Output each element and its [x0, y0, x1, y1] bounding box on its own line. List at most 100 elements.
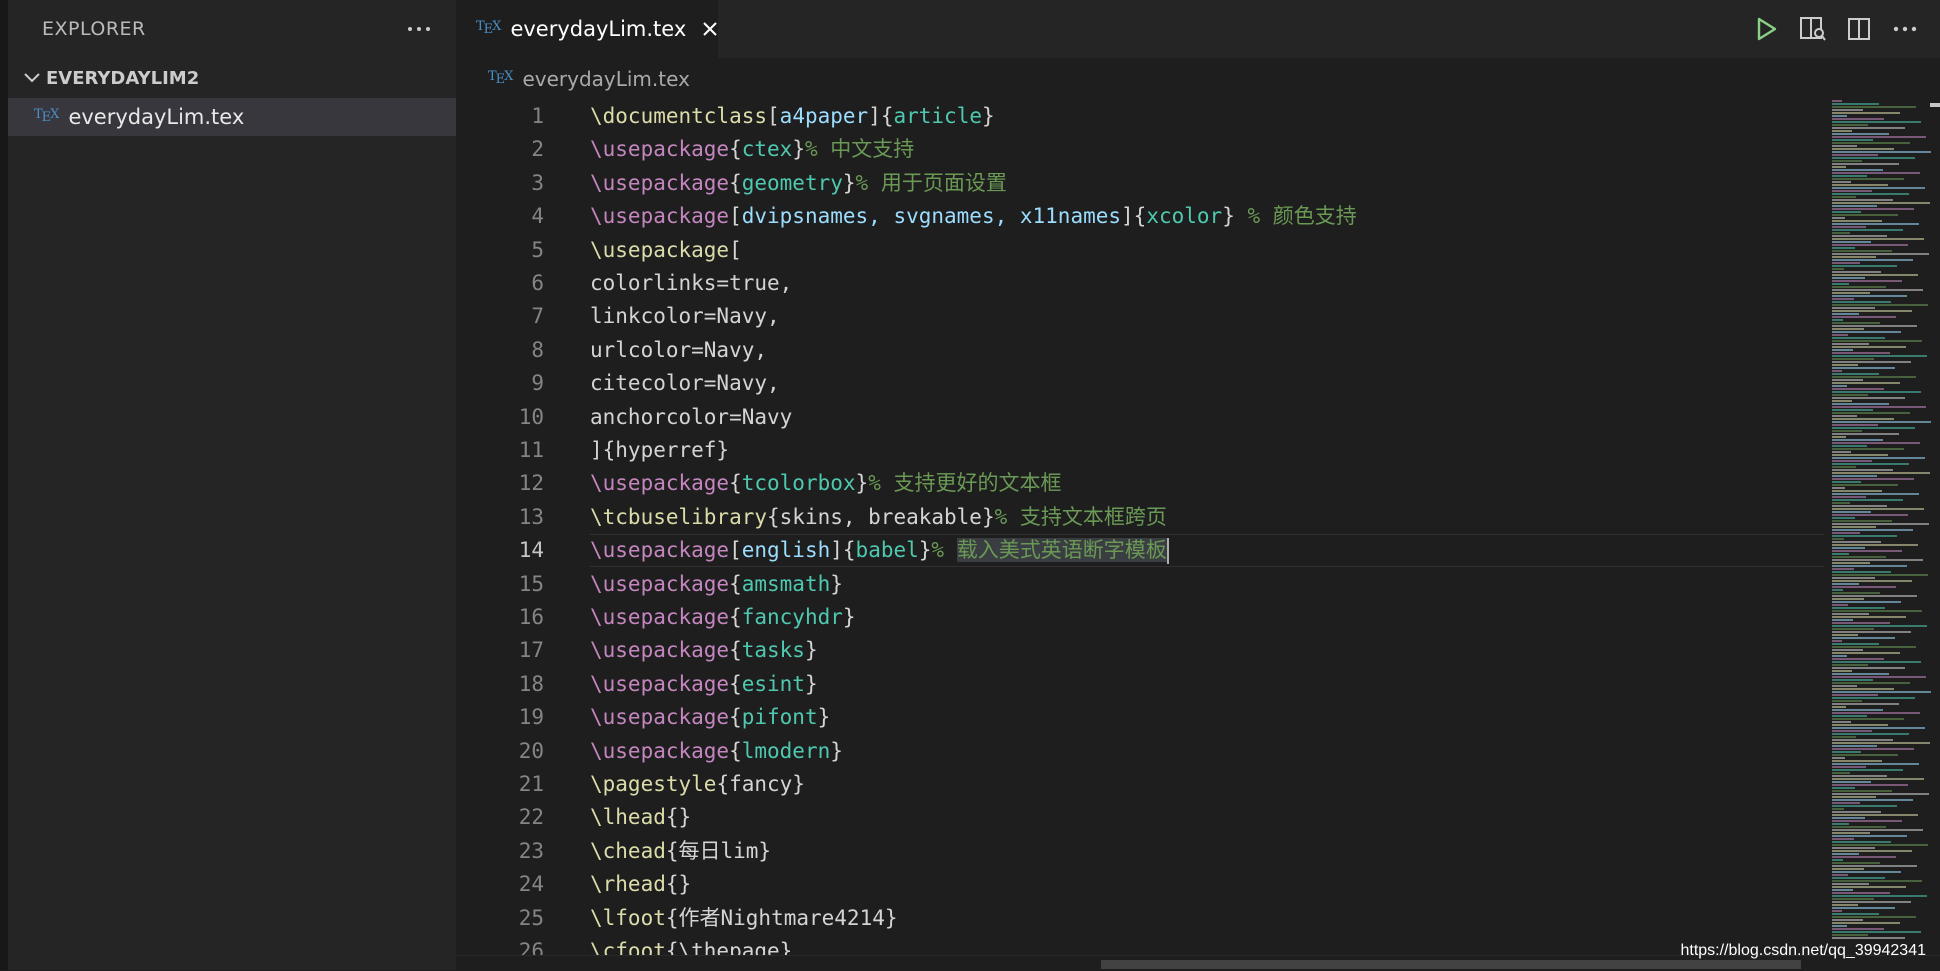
tab-everydaylim-tex[interactable]: TEX everydayLim.tex [456, 0, 718, 58]
code-text[interactable]: citecolor=Navy, [590, 367, 780, 400]
minimap-line [1832, 937, 1905, 939]
minimap-line [1832, 304, 1928, 306]
code-token: { [729, 638, 742, 663]
code-line[interactable]: 17 \usepackage{tasks} [456, 634, 1824, 667]
line-number: 10 [518, 404, 544, 429]
minimap-line [1832, 445, 1867, 447]
code-text[interactable]: \usepackage{geometry}% 用于页面设置 [590, 167, 1007, 200]
minimap-line [1832, 817, 1865, 819]
code-text[interactable]: \usepackage{pifont} [590, 701, 830, 734]
code-line[interactable]: 26 \cfoot{\thepage} [456, 935, 1824, 955]
code-text[interactable]: \usepackage{lmodern} [590, 735, 843, 768]
code-text[interactable]: \lhead{} [590, 801, 691, 834]
code-line[interactable]: 1 \documentclass[a4paper]{article} [456, 100, 1824, 133]
minimap-line [1832, 157, 1915, 159]
code-line[interactable]: 3 \usepackage{geometry}% 用于页面设置 [456, 167, 1824, 200]
minimap-line [1832, 466, 1856, 468]
minimap-line [1832, 166, 1846, 168]
code-line[interactable]: 14 \usepackage[english]{babel}% 载入美式英语断字模… [456, 534, 1824, 568]
code-line[interactable]: 2 \usepackage{ctex}% 中文支持 [456, 133, 1824, 166]
code-text[interactable]: \usepackage{tcolorbox}% 支持更好的文本框 [590, 467, 1061, 500]
minimap-line [1832, 277, 1865, 279]
code-line[interactable]: 4 \usepackage[dvipsnames, svgnames, x11na… [456, 200, 1824, 233]
code-line[interactable]: 18 \usepackage{esint} [456, 668, 1824, 701]
code-line[interactable]: 19 \usepackage{pifont} [456, 701, 1824, 734]
code-text[interactable]: \pagestyle{fancy} [590, 768, 805, 801]
more-actions-icon[interactable] [1888, 12, 1922, 46]
code-text[interactable]: \cfoot{\thepage} [590, 935, 792, 955]
code-text[interactable]: \usepackage[ [590, 234, 742, 267]
code-text[interactable]: \tcbuselibrary{skins, breakable}% 支持文本框跨… [590, 501, 1167, 534]
split-editor-icon[interactable] [1842, 12, 1876, 46]
close-icon[interactable] [702, 18, 718, 40]
horizontal-scroll-thumb[interactable] [1101, 960, 1801, 969]
code-text[interactable]: \usepackage{fancyhdr} [590, 601, 856, 634]
code-text[interactable]: ]{hyperref} [590, 434, 729, 467]
minimap-line [1832, 415, 1857, 417]
explorer-more-icon[interactable] [408, 19, 430, 39]
code-line[interactable]: 8 urlcolor=Navy, [456, 334, 1824, 367]
minimap-line [1832, 529, 1913, 531]
minimap-line [1832, 676, 1926, 678]
minimap-line [1832, 400, 1852, 402]
code-token: a4paper [779, 104, 869, 128]
code-text[interactable]: \rhead{} [590, 868, 691, 901]
code-text[interactable]: \usepackage[dvipsnames, svgnames, x11nam… [590, 200, 1357, 233]
minimap-line [1832, 841, 1891, 843]
code-line[interactable]: 12 \usepackage{tcolorbox}% 支持更好的文本框 [456, 467, 1824, 500]
code-line[interactable]: 7 linkcolor=Navy, [456, 300, 1824, 333]
code-text[interactable]: \usepackage{ctex}% 中文支持 [590, 133, 914, 166]
code-text[interactable]: colorlinks=true, [590, 267, 792, 300]
code-editor[interactable]: 1 \documentclass[a4paper]{article} 2 \usepa… [456, 100, 1824, 955]
line-number: 17 [518, 638, 544, 663]
folder-name: EVERYDAYLIM2 [46, 67, 200, 89]
code-text[interactable]: \chead{每日lim} [590, 835, 771, 868]
minimap-line [1832, 172, 1920, 174]
chevron-down-icon [18, 68, 46, 88]
play-icon[interactable] [1750, 12, 1784, 46]
minimap-line [1832, 433, 1899, 435]
code-text[interactable]: \lfoot{作者Nightmare4214} [590, 902, 898, 935]
code-token: \usepackage [590, 638, 730, 663]
code-token: geometry [741, 170, 843, 195]
line-number: 23 [518, 838, 544, 863]
code-line[interactable]: 22 \lhead{} [456, 801, 1824, 834]
code-line[interactable]: 13 \tcbuselibrary{skins, breakable}% 支持文本… [456, 501, 1824, 534]
code-line[interactable]: 15 \usepackage{amsmath} [456, 568, 1824, 601]
code-line[interactable]: 5 \usepackage[ [456, 234, 1824, 267]
code-token: } [804, 671, 818, 696]
minimap-line [1832, 799, 1913, 801]
code-line[interactable]: 16 \usepackage{fancyhdr} [456, 601, 1824, 634]
minimap-line [1832, 793, 1929, 795]
file-item-everydaylim-tex[interactable]: TEX everydayLim.tex [8, 98, 456, 136]
code-text[interactable]: urlcolor=Navy, [590, 334, 767, 367]
code-line[interactable]: 10 anchorcolor=Navy [456, 401, 1824, 434]
code-line[interactable]: 11]{hyperref} [456, 434, 1824, 467]
vertical-scrollbar[interactable] [1930, 103, 1940, 107]
code-text[interactable]: \usepackage{tasks} [590, 634, 818, 667]
minimap[interactable] [1832, 100, 1940, 970]
code-text[interactable]: linkcolor=Navy, [590, 300, 780, 333]
folder-everydaylim2[interactable]: EVERYDAYLIM2 [8, 58, 456, 98]
minimap-line [1832, 313, 1859, 315]
minimap-line [1832, 655, 1847, 657]
breadcrumb[interactable]: TEX everydayLim.tex [456, 58, 1940, 100]
code-text[interactable]: \usepackage[english]{babel}% 载入美式英语断字模板 [590, 534, 1169, 567]
open-preview-icon[interactable] [1796, 12, 1830, 46]
code-text[interactable]: \usepackage{amsmath} [590, 568, 843, 601]
code-text[interactable]: \usepackage{esint} [590, 668, 818, 701]
breadcrumb-file[interactable]: everydayLim.tex [522, 67, 689, 91]
minimap-line [1832, 925, 1847, 927]
code-line[interactable]: 21 \pagestyle{fancy} [456, 768, 1824, 801]
minimap-line [1832, 865, 1917, 867]
code-text[interactable]: anchorcolor=Navy [590, 401, 792, 434]
code-line[interactable]: 23 \chead{每日lim} [456, 835, 1824, 868]
code-line[interactable]: 20 \usepackage{lmodern} [456, 735, 1824, 768]
code-text[interactable]: \documentclass[a4paper]{article} [590, 100, 995, 133]
code-line[interactable]: 9 citecolor=Navy, [456, 367, 1824, 400]
code-line[interactable]: 6 colorlinks=true, [456, 267, 1824, 300]
code-line[interactable]: 24 \rhead{} [456, 868, 1824, 901]
minimap-line [1832, 538, 1844, 540]
code-token: { [729, 137, 742, 162]
code-line[interactable]: 25 \lfoot{作者Nightmare4214} [456, 902, 1824, 935]
